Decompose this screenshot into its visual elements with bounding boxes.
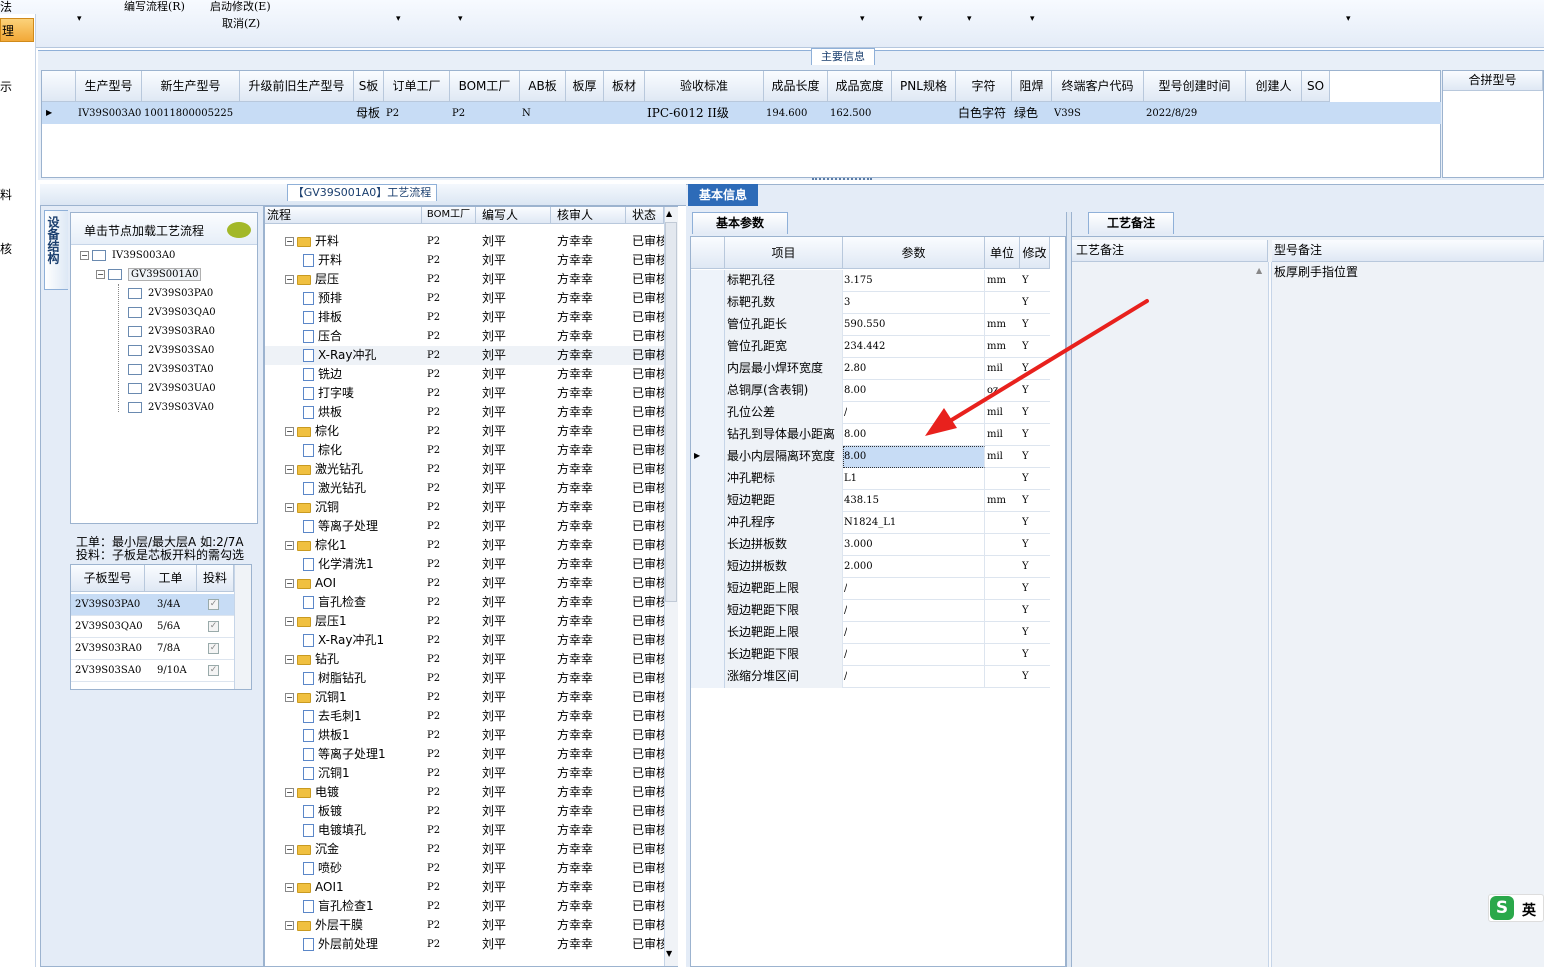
arrow-shaft [943, 299, 1149, 426]
annotation-arrow [925, 299, 1149, 436]
arrow-head [925, 408, 957, 436]
